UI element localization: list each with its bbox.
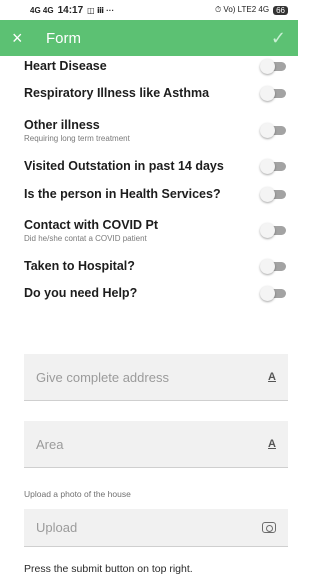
signal-icon: 4G 4G bbox=[30, 5, 54, 15]
camera-icon[interactable] bbox=[262, 522, 276, 533]
toggle-switch[interactable] bbox=[260, 286, 286, 301]
question-label: Contact with COVID Pt bbox=[24, 217, 159, 232]
status-bar: 4G 4G 14:17 ◫ ⅲ ··· ⏱ Vo) LTE2 4G 66 bbox=[0, 0, 298, 20]
question-label: Other illness bbox=[24, 117, 100, 132]
question-label: Respiratory Illness like Asthma bbox=[24, 86, 210, 100]
question-row-respiratory: Respiratory Illness like Asthma bbox=[24, 82, 294, 104]
question-label: Is the person in Health Services? bbox=[24, 187, 221, 201]
app-bar: × Form ✓ bbox=[0, 20, 298, 56]
upload-field[interactable]: Upload bbox=[24, 509, 288, 547]
toggle-switch[interactable] bbox=[260, 123, 286, 138]
status-left: 4G 4G 14:17 ◫ ⅲ ··· bbox=[30, 5, 114, 16]
text-format-icon: A bbox=[268, 371, 276, 383]
question-subtext: Requiring long term treatment bbox=[24, 133, 130, 143]
question-label: Taken to Hospital? bbox=[24, 259, 135, 273]
area-placeholder: Area bbox=[36, 436, 64, 452]
battery-icon: 66 bbox=[273, 5, 288, 15]
upload-label: Upload a photo of the house bbox=[24, 489, 131, 499]
question-row-heart-disease: Heart Disease bbox=[24, 55, 294, 77]
question-subtext: Did he/she contat a COVID patient bbox=[24, 233, 147, 243]
status-right: ⏱ Vo) LTE2 4G 66 bbox=[215, 5, 288, 15]
question-row-other-illness: Other illness Requiring long term treatm… bbox=[24, 112, 294, 148]
question-row-covid-contact: Contact with COVID Pt Did he/she contat … bbox=[24, 212, 294, 248]
network-icons: ⏱ Vo) LTE2 4G bbox=[214, 5, 270, 14]
area-field[interactable]: Area A bbox=[24, 421, 288, 468]
toggle-switch[interactable] bbox=[260, 187, 286, 202]
toggle-switch[interactable] bbox=[260, 59, 286, 74]
question-label: Visited Outstation in past 14 days bbox=[24, 159, 224, 173]
close-icon[interactable]: × bbox=[12, 28, 34, 49]
text-format-icon: A bbox=[268, 438, 276, 450]
toggle-switch[interactable] bbox=[260, 259, 286, 274]
question-row-hospital: Taken to Hospital? bbox=[24, 255, 294, 277]
submit-check-icon[interactable]: ✓ bbox=[271, 28, 286, 49]
notification-icons: ◫ ⅲ ··· bbox=[87, 5, 115, 15]
page-title: Form bbox=[46, 29, 81, 47]
question-label: Heart Disease bbox=[24, 59, 107, 73]
question-label: Do you need Help? bbox=[24, 286, 138, 300]
upload-placeholder: Upload bbox=[36, 520, 78, 535]
toggle-switch[interactable] bbox=[260, 223, 286, 238]
address-field[interactable]: Give complete address A bbox=[24, 354, 288, 401]
toggle-switch[interactable] bbox=[260, 159, 286, 174]
question-row-health-services: Is the person in Health Services? bbox=[24, 183, 294, 205]
footer-instruction: Press the submit button on top right. bbox=[24, 563, 193, 575]
toggle-switch[interactable] bbox=[260, 86, 286, 101]
question-row-need-help: Do you need Help? bbox=[24, 282, 294, 304]
status-time: 14:17 bbox=[57, 4, 84, 16]
address-placeholder: Give complete address bbox=[36, 369, 169, 385]
question-row-outstation: Visited Outstation in past 14 days bbox=[24, 155, 294, 177]
